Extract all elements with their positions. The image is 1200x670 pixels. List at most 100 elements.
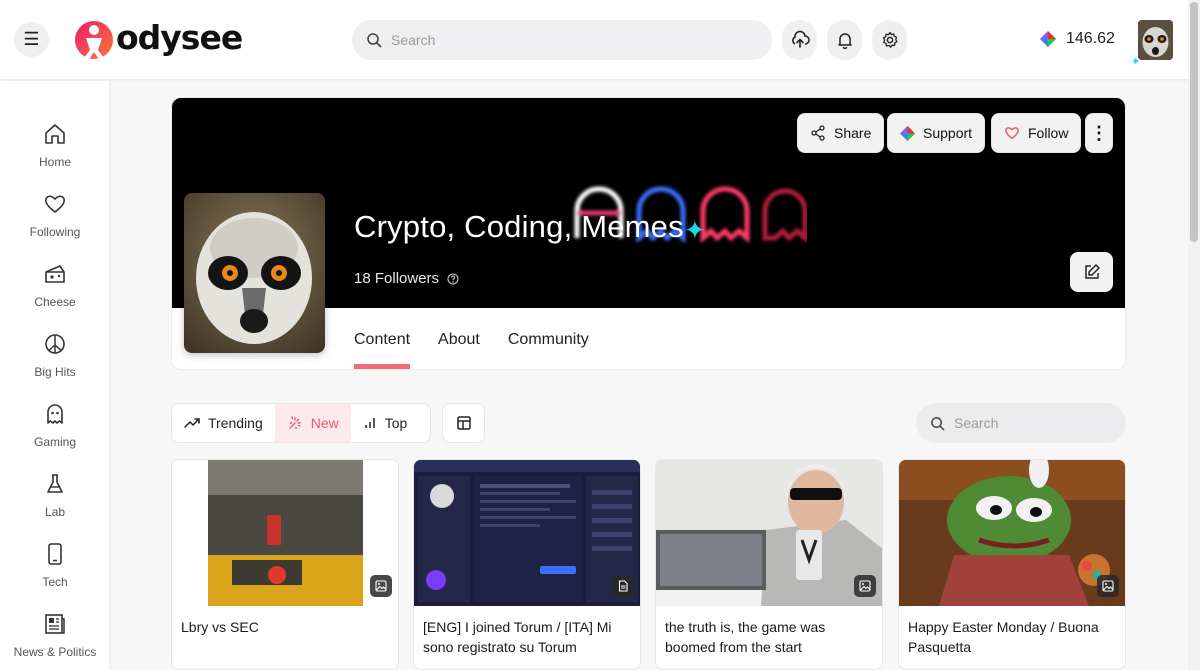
content-card[interactable]: Lbry vs SEC [171, 459, 399, 670]
ghost-icon [47, 404, 63, 424]
lemur-avatar-image [1138, 20, 1173, 60]
layout-toggle-button[interactable] [442, 403, 485, 443]
odysee-logo[interactable]: odysee [74, 16, 243, 62]
sidebar: Home Following Cheese Big Hits Gaming La… [0, 81, 110, 670]
sidebar-item-home[interactable]: Home [0, 122, 110, 169]
heart-icon [1005, 127, 1019, 140]
sidebar-item-news-politics[interactable]: News & Politics [0, 612, 110, 659]
logo-text: odysee [116, 17, 243, 57]
sidebar-item-lab[interactable]: Lab [0, 472, 110, 519]
card-type-badge [612, 575, 634, 597]
card-type-badge [1097, 575, 1119, 597]
trending-icon [184, 418, 200, 428]
card-thumbnail[interactable] [899, 460, 1125, 606]
sidebar-item-label: Home [38, 155, 71, 169]
image-icon [1102, 580, 1114, 592]
newspaper-icon [45, 614, 65, 634]
notifications-button[interactable] [827, 20, 862, 60]
filter-top[interactable]: Top [351, 404, 420, 442]
card-title[interactable]: the truth is, the game was boomed from t… [665, 617, 875, 657]
sidebar-item-big-hits[interactable]: Big Hits [0, 332, 110, 379]
image-icon [375, 580, 387, 592]
filter-new[interactable]: New [274, 404, 351, 442]
page-scrollbar[interactable] [1188, 0, 1200, 670]
sidebar-item-label: Big Hits [34, 365, 76, 379]
tab-community[interactable]: Community [508, 308, 589, 369]
card-title[interactable]: Lbry vs SEC [181, 617, 391, 637]
edit-channel-button[interactable] [1070, 252, 1113, 292]
torum-thumbnail-image [414, 460, 640, 606]
more-options-button[interactable]: ⋮ [1085, 113, 1113, 153]
support-label: Support [923, 125, 973, 141]
layout-icon [456, 416, 471, 430]
card-thumbnail[interactable] [172, 460, 398, 606]
bell-icon [837, 33, 852, 49]
home-icon [45, 124, 65, 144]
content-card[interactable]: [ENG] I joined Torum / [ITA] Mi sono reg… [413, 459, 641, 670]
share-label: Share [834, 125, 872, 141]
wallet-balance[interactable]: 146.62 [1040, 30, 1115, 48]
follower-count: 18 Followers [354, 270, 459, 287]
tab-content[interactable]: Content [354, 308, 411, 369]
filter-trending[interactable]: Trending [172, 404, 275, 442]
sidebar-item-label: Gaming [33, 435, 77, 449]
filter-label: Top [384, 415, 408, 431]
follow-label: Follow [1028, 125, 1069, 141]
card-type-badge [854, 575, 876, 597]
channel-search[interactable] [916, 403, 1126, 443]
card-title[interactable]: Happy Easter Monday / Buona Pasquetta [908, 617, 1118, 657]
card-thumbnail[interactable] [656, 460, 882, 606]
lemur-avatar-image [184, 193, 325, 353]
card-title[interactable]: [ENG] I joined Torum / [ITA] Mi sono reg… [423, 617, 633, 657]
pepe-thumbnail-image [899, 460, 1125, 606]
odysee-logo-icon [75, 21, 113, 59]
cheese-icon [45, 265, 65, 283]
premium-sparkle-icon: ✦ [684, 215, 706, 245]
flask-icon [47, 474, 63, 493]
card-thumbnail[interactable] [414, 460, 640, 606]
tab-about[interactable]: About [438, 308, 480, 369]
sidebar-item-cheese[interactable]: Cheese [0, 262, 110, 309]
gear-icon [882, 31, 898, 48]
channel-title: Crypto, Coding, Memes [354, 209, 684, 244]
search-input[interactable] [391, 32, 751, 48]
settings-button[interactable] [872, 20, 907, 60]
channel-search-input[interactable] [954, 415, 1114, 431]
document-icon [618, 580, 628, 592]
sort-filter-group: Trending New Top [171, 403, 431, 443]
card-type-badge [370, 575, 392, 597]
heart-icon [44, 195, 66, 213]
upload-button[interactable] [782, 20, 817, 60]
sidebar-item-gaming[interactable]: Gaming [0, 402, 110, 449]
share-button[interactable]: Share [797, 113, 885, 153]
sidebar-item-label: Lab [44, 505, 66, 519]
sidebar-item-tech[interactable]: Tech [0, 542, 110, 589]
peace-icon [45, 334, 65, 354]
header-search[interactable] [352, 20, 772, 60]
follow-button[interactable]: Follow [991, 113, 1082, 153]
search-icon [931, 416, 945, 430]
phone-icon [48, 543, 62, 565]
sidebar-item-label: Cheese [34, 295, 76, 309]
user-avatar[interactable] [1138, 20, 1173, 60]
sparkle-icon [289, 416, 301, 429]
search-icon [367, 33, 382, 48]
upload-icon [791, 30, 810, 48]
premium-sparkle-icon: ✦ [1131, 56, 1141, 68]
sidebar-item-label: News & Politics [13, 645, 97, 659]
menu-button[interactable]: ☰ [14, 22, 49, 57]
channel-avatar[interactable] [184, 193, 325, 353]
sidebar-item-following[interactable]: Following [0, 192, 110, 239]
scrollbar-thumb[interactable] [1190, 2, 1198, 242]
top-header: ☰ odysee 146.62 [0, 0, 1188, 80]
content-card[interactable]: Happy Easter Monday / Buona Pasquetta [898, 459, 1126, 670]
content-card[interactable]: the truth is, the game was boomed from t… [655, 459, 883, 670]
sidebar-item-label: Following [29, 225, 81, 239]
support-button[interactable]: Support [887, 113, 986, 153]
bar-chart-icon [365, 418, 375, 428]
help-icon[interactable] [447, 272, 459, 285]
taxi-thumbnail-image [172, 460, 398, 606]
harold-thumbnail-image [656, 460, 882, 606]
channel-tabs: Content About Community [354, 308, 589, 369]
credits-icon [1040, 31, 1056, 47]
